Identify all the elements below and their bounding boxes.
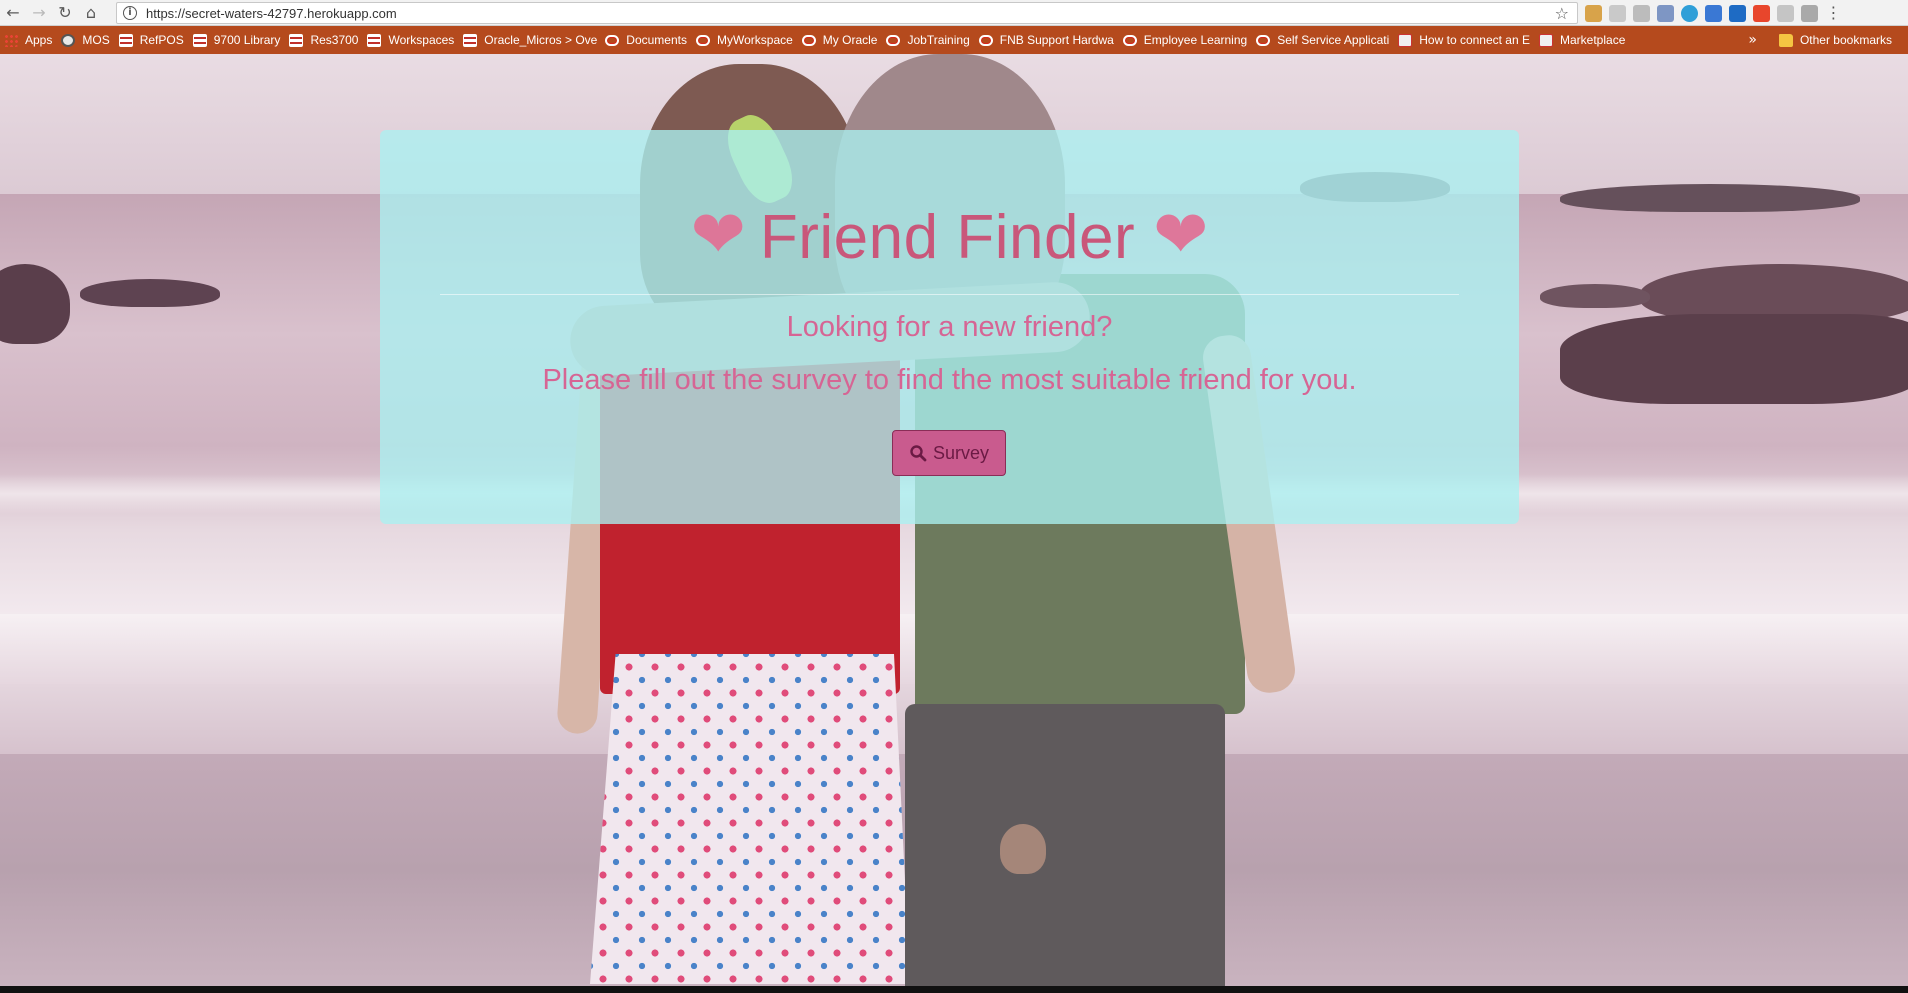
extension-icon[interactable]: [1633, 4, 1650, 22]
extension-tray: ⋮: [1585, 3, 1842, 23]
stack-icon: [192, 33, 207, 47]
oracle-icon: [605, 34, 620, 46]
survey-button[interactable]: Survey: [892, 430, 1006, 476]
apps-grid-icon: [4, 33, 18, 47]
bookmark-how-to-connect[interactable]: How to connect an E: [1394, 26, 1535, 54]
bookmark-jobtraining[interactable]: JobTraining: [882, 26, 974, 54]
bookmark-label: MOS: [82, 33, 110, 47]
bookmark-label: Oracle_Micros > Ove: [484, 33, 598, 47]
bookmark-label: My Oracle: [822, 33, 878, 47]
bookmark-label: Self Service Applicati: [1277, 33, 1390, 47]
bookmarks-bar: Apps MOS RefPOS 9700 Library Res3700 Wor…: [0, 26, 1908, 54]
bookmark-employee-learning[interactable]: Employee Learning: [1119, 26, 1252, 54]
extension-icon[interactable]: [1585, 4, 1602, 22]
lead-instructions: Please fill out the survey to find the m…: [542, 364, 1357, 396]
divider: [440, 294, 1459, 295]
mdi-icon: [1398, 33, 1413, 47]
bookmark-my-oracle[interactable]: My Oracle: [798, 26, 883, 54]
extension-icon[interactable]: [1705, 4, 1722, 22]
oracle-icon: [696, 34, 710, 46]
bookmark-label: Documents: [626, 33, 687, 47]
stack-icon: [367, 33, 382, 47]
jumbotron: ❤ Friend Finder ❤ Looking for a new frie…: [380, 130, 1519, 524]
survey-button-label: Survey: [932, 442, 990, 463]
window-bottom-edge: [0, 986, 1908, 993]
folder-icon: [1778, 33, 1793, 47]
oracle-icon: [978, 34, 993, 46]
bookmark-oracle-micros[interactable]: Oracle_Micros > Ove: [459, 26, 601, 54]
bookmark-apps[interactable]: Apps: [0, 26, 57, 54]
oracle-icon: [801, 34, 816, 46]
extension-icon[interactable]: [1609, 4, 1626, 22]
extension-icon[interactable]: [1729, 4, 1746, 22]
bookmark-self-service[interactable]: Self Service Applicati: [1252, 26, 1394, 54]
oracle-icon: [886, 34, 901, 46]
lead-question: Looking for a new friend?: [786, 311, 1113, 343]
stack-icon: [289, 33, 304, 47]
bookmarks-overflow-chevron-icon[interactable]: »: [1740, 32, 1765, 48]
page-viewport: ❤ Friend Finder ❤ Looking for a new frie…: [0, 54, 1908, 986]
page-title: Friend Finder: [759, 203, 1136, 272]
site-info-icon[interactable]: i: [123, 6, 137, 20]
bookmark-mos[interactable]: MOS: [57, 26, 114, 54]
reload-icon[interactable]: ↻: [52, 0, 78, 26]
heart-icon: ❤: [690, 195, 746, 273]
bookmark-label: RefPOS: [139, 33, 184, 47]
bookmark-label: MyWorkspace: [717, 33, 793, 47]
chrome-menu-icon[interactable]: ⋮: [1825, 4, 1842, 22]
bookmark-workspaces[interactable]: Workspaces: [363, 26, 459, 54]
heart-icon: ❤: [1153, 195, 1209, 273]
bookmark-label: Employee Learning: [1143, 33, 1248, 47]
home-icon[interactable]: ⌂: [78, 0, 104, 26]
extension-icon[interactable]: [1801, 4, 1818, 22]
oracle-icon: [1256, 34, 1271, 46]
bookmark-refpos[interactable]: RefPOS: [115, 26, 189, 54]
extension-icon[interactable]: [1681, 4, 1698, 22]
bookmark-label: JobTraining: [907, 33, 970, 47]
bookmark-marketplace[interactable]: Marketplace: [1535, 26, 1630, 54]
extension-icon[interactable]: [1753, 4, 1770, 22]
url-text[interactable]: https://secret-waters-42797.herokuapp.co…: [146, 6, 397, 21]
bookmark-res3700[interactable]: Res3700: [285, 26, 363, 54]
bookmark-label: Apps: [25, 33, 53, 47]
forward-arrow-icon[interactable]: →: [26, 0, 52, 26]
bookmark-label: Workspaces: [388, 33, 455, 47]
stack-icon: [463, 33, 478, 47]
bookmark-label: 9700 Library: [213, 33, 281, 47]
oracle-icon: [1122, 34, 1137, 46]
other-bookmarks[interactable]: Other bookmarks: [1775, 26, 1897, 54]
title-row: ❤ Friend Finder ❤: [380, 190, 1519, 285]
extension-icon[interactable]: [1777, 4, 1794, 22]
globe-icon: [61, 33, 76, 47]
back-arrow-icon[interactable]: ←: [0, 0, 26, 26]
extension-icon[interactable]: [1657, 4, 1674, 22]
browser-toolbar: ← → ↻ ⌂ i https://secret-waters-42797.he…: [0, 0, 1908, 26]
bookmark-label: FNB Support Hardwa: [999, 33, 1114, 47]
bookmark-myworkspace[interactable]: MyWorkspace: [692, 26, 798, 54]
stack-icon: [118, 33, 133, 47]
bookmark-star-icon[interactable]: ☆: [1555, 4, 1569, 23]
mdi-icon: [1539, 33, 1553, 47]
address-bar[interactable]: i https://secret-waters-42797.herokuapp.…: [116, 2, 1578, 24]
bookmark-label: Res3700: [310, 33, 359, 47]
bookmark-9700-library[interactable]: 9700 Library: [189, 26, 286, 54]
bookmark-label: Marketplace: [1560, 33, 1626, 47]
bookmark-documents[interactable]: Documents: [601, 26, 692, 54]
search-icon: [910, 445, 927, 462]
bookmark-fnb-support[interactable]: FNB Support Hardwa: [975, 26, 1119, 54]
bookmark-label: How to connect an E: [1419, 33, 1530, 47]
other-bookmarks-label: Other bookmarks: [1799, 33, 1892, 47]
